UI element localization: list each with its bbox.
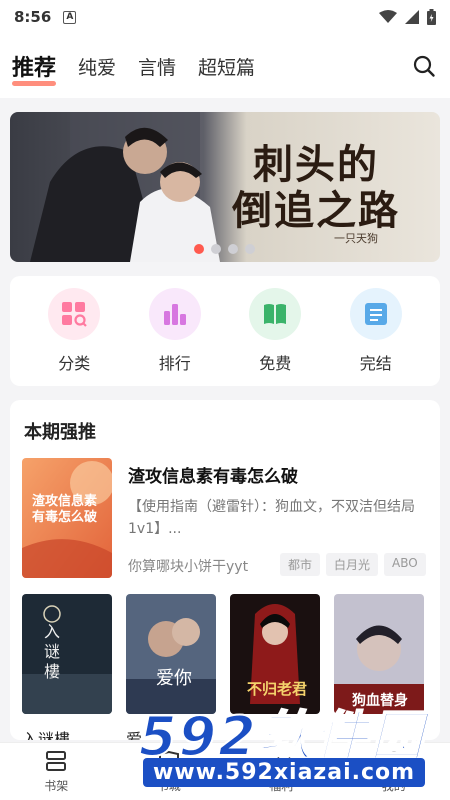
featured-book-title[interactable]: 渣攻信息素有毒怎么破 [128,462,298,487]
quick-entry-label: 完结 [359,354,392,373]
wifi-icon [379,10,397,23]
banner-dot[interactable] [228,244,238,254]
banner-pagination [194,244,255,254]
quick-entry-label: 免费 [259,354,292,373]
nav-bookshelf[interactable]: 书架 [21,749,91,794]
banner-title: 刺头的 倒追之路 [216,142,416,234]
quick-entry-label: 排行 [158,354,191,373]
quick-entry-ranking[interactable]: 排行 [135,288,215,374]
banner-title-line2: 倒追之路 [232,187,400,234]
ranking-icon [148,288,201,340]
search-icon [413,55,435,77]
category-icon [48,288,101,340]
status-bar: 8:56 A [0,0,450,34]
top-tab-bar: 推荐 纯爱 言情 超短篇 [0,34,450,98]
banner-dot[interactable] [194,244,204,254]
featured-book-author: 你算哪块小饼干yyt [128,559,249,575]
quick-entry-completed[interactable]: 完结 [336,288,416,374]
search-button[interactable] [410,52,438,80]
book-cover[interactable]: 入谜樓 [22,594,112,714]
tab-bl[interactable]: 纯爱 [78,53,116,80]
tab-romance[interactable]: 言情 [138,53,176,80]
status-time: 8:56 [14,8,52,26]
banner-dot[interactable] [245,244,255,254]
list-icon [349,288,402,340]
bookshelf-icon [46,751,67,771]
watermark-overlay: 592软件园 www.592xiazai.com [135,688,450,800]
banner-author: 一只天狗 [334,232,378,245]
quick-entry-free[interactable]: 免费 [235,288,315,374]
watermark-url: www.592xiazai.com [143,758,426,787]
book-icon [249,288,302,340]
book-cover-name[interactable]: 入谜樓 [22,726,70,740]
nav-label: 书架 [44,779,69,793]
quick-entry-label: 分类 [58,354,91,373]
section-title: 本期强推 [24,422,96,443]
featured-book-description: 【使用指南（避雷针）：狗血文，不双洁但结局1v1】... [128,499,415,537]
tab-short[interactable]: 超短篇 [198,53,255,80]
notification-a-icon: A [63,10,77,24]
tag[interactable]: 白月光 [326,553,379,576]
book-cover-text: 爱你 [156,668,192,689]
signal-icon [405,10,419,24]
tag[interactable]: 都市 [280,553,321,576]
promo-banner[interactable]: 刺头的 倒追之路 一只天狗 [10,112,440,262]
featured-book-cover[interactable]: 渣攻信息素有毒怎么破 [22,458,112,578]
featured-cover-text: 渣攻信息素有毒怎么破 [32,494,98,525]
tab-recommend[interactable]: 推荐 [12,50,57,86]
battery-icon [427,9,436,25]
banner-title-line1: 刺头的 [253,141,379,188]
quick-entry-category[interactable]: 分类 [34,288,114,374]
banner-dot[interactable] [211,244,221,254]
quick-entry-panel: 分类 排行 免费 完结 [10,276,440,386]
featured-book-tags: 都市 白月光 ABO [280,553,426,576]
book-cover-text: 入谜樓 [44,622,61,681]
tag[interactable]: ABO [384,553,426,576]
